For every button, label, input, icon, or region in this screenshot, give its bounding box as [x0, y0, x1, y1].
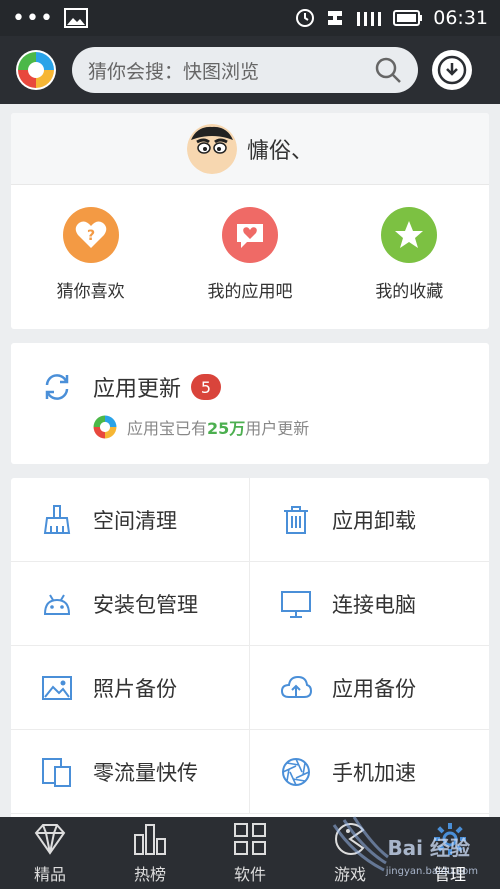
tool-label: 应用卸载	[332, 508, 416, 533]
monitor-icon	[281, 590, 311, 618]
app-update-card[interactable]: 应用更新 5 应用宝已有 25万 用户更新	[11, 343, 489, 464]
quick-action-my-app-bar[interactable]: 我的应用吧	[175, 207, 325, 302]
update-sub-suffix: 用户更新	[245, 419, 310, 438]
more-dots-icon: •••	[12, 5, 54, 31]
tool-app-backup[interactable]: 应用备份	[250, 646, 489, 730]
tool-package-manager[interactable]: 安装包管理	[11, 562, 250, 646]
tab-manage[interactable]: 管理	[400, 817, 500, 889]
gear-icon	[434, 823, 466, 855]
tool-label: 手机加速	[332, 760, 416, 785]
quick-actions: ? 猜你喜欢 我的应用吧 我的收藏	[11, 185, 489, 302]
status-bar: ••• 06:31	[0, 0, 500, 36]
tab-label: 管理	[433, 865, 466, 884]
profile-header[interactable]: 慵俗、	[11, 113, 489, 185]
tool-label: 应用备份	[332, 676, 416, 701]
update-subtitle: 应用宝已有 25万 用户更新	[91, 413, 489, 441]
tool-connect-pc[interactable]: 连接电脑	[250, 562, 489, 646]
tool-space-clean[interactable]: 空间清理	[11, 478, 250, 562]
grid-icon	[234, 823, 266, 855]
search-icon[interactable]	[374, 56, 402, 84]
tool-uninstall[interactable]: 应用卸载	[250, 478, 489, 562]
search-bar[interactable]: 猜你会搜：快图浏览	[72, 47, 418, 93]
update-sub-prefix: 应用宝已有	[127, 419, 208, 438]
vibrate-icon	[328, 11, 343, 25]
signal-icon	[357, 12, 382, 26]
quick-action-favorites[interactable]: 我的收藏	[334, 207, 484, 302]
quick-action-label: 猜你喜欢	[56, 282, 125, 302]
battery-icon	[393, 10, 423, 26]
bars-icon	[134, 824, 166, 855]
tool-zero-data-transfer[interactable]: 零流量快传	[11, 730, 250, 814]
tool-phone-speedup[interactable]: 手机加速	[250, 730, 489, 814]
tab-label: 精品	[33, 865, 66, 884]
photo-icon	[42, 675, 72, 700]
star-icon	[381, 207, 438, 263]
app-store-logo-icon	[92, 414, 118, 440]
devices-icon	[42, 757, 71, 787]
tool-label: 安装包管理	[93, 592, 198, 617]
tab-label: 游戏	[333, 865, 366, 884]
update-sub-number: 25万	[207, 419, 246, 438]
quick-action-label: 我的收藏	[375, 282, 444, 302]
broom-icon	[43, 504, 71, 534]
tab-featured[interactable]: 精品	[0, 817, 100, 889]
tool-photo-backup[interactable]: 照片备份	[11, 646, 250, 730]
update-title: 应用更新	[93, 377, 182, 402]
tool-label: 连接电脑	[332, 592, 416, 617]
tool-label: 零流量快传	[93, 760, 198, 785]
download-icon	[437, 55, 467, 85]
username: 慵俗、	[246, 138, 313, 164]
alarm-icon	[296, 9, 315, 27]
update-count-badge: 5	[191, 374, 222, 400]
tab-hot-list[interactable]: 热榜	[100, 817, 200, 889]
status-time: 06:31	[433, 7, 488, 29]
trash-icon	[284, 505, 308, 534]
search-placeholder: 猜你会搜：快图浏览	[88, 60, 260, 83]
diamond-icon	[34, 824, 66, 855]
download-button[interactable]	[432, 50, 472, 90]
tool-label: 空间清理	[93, 508, 177, 533]
tools-card: 空间清理 应用卸载 安装包管理 连接电脑 照片备份 应用备份 零流量快传 手机加…	[11, 478, 489, 823]
pacman-icon	[335, 823, 365, 855]
quick-action-guess-like[interactable]: ? 猜你喜欢	[16, 207, 166, 302]
tab-software[interactable]: 软件	[200, 817, 300, 889]
app-logo-icon[interactable]	[14, 48, 58, 92]
tab-games[interactable]: 游戏	[300, 817, 400, 889]
tab-label: 软件	[233, 865, 266, 884]
tool-label: 照片备份	[93, 676, 177, 701]
tab-label: 热榜	[133, 865, 166, 884]
bottom-tab-bar: 精品 热榜 软件 游戏 管理	[0, 817, 500, 889]
image-notification-icon	[63, 8, 88, 28]
aperture-icon	[282, 757, 310, 786]
svg-text:?: ?	[87, 228, 95, 244]
question-heart-icon: ?	[62, 207, 119, 263]
quick-action-label: 我的应用吧	[207, 282, 293, 302]
profile-card: 慵俗、 ? 猜你喜欢 我的应用吧 我的收藏	[11, 113, 489, 329]
android-icon	[43, 593, 71, 615]
cloud-upload-icon	[280, 675, 312, 698]
refresh-icon	[45, 374, 69, 400]
avatar[interactable]	[186, 123, 237, 174]
chat-heart-icon	[221, 207, 278, 263]
app-bar: 猜你会搜：快图浏览	[0, 36, 500, 104]
